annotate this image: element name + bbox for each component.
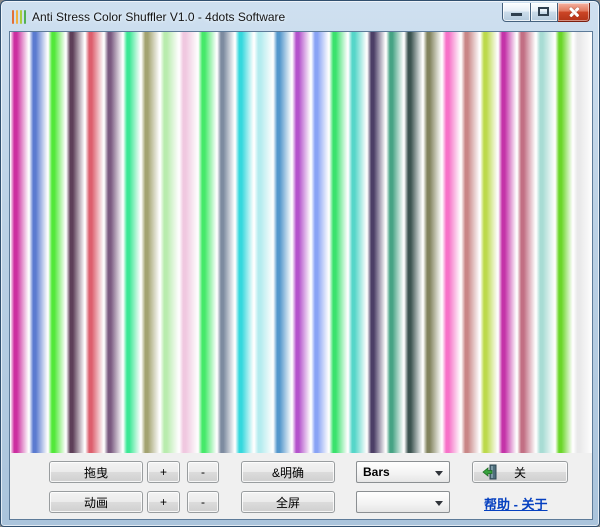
speed-down-button[interactable]: -: [187, 491, 219, 513]
animate-button[interactable]: 动画: [49, 491, 143, 513]
exit-button[interactable]: 关: [472, 461, 568, 483]
app-icon: [11, 9, 27, 25]
maximize-icon: [538, 7, 549, 16]
exit-door-icon: [482, 464, 497, 480]
color-bar: [235, 32, 255, 453]
minimize-icon: [511, 13, 522, 16]
color-bar: [573, 32, 593, 453]
color-bar: [404, 32, 424, 453]
color-bars[interactable]: [10, 32, 593, 453]
window-title: Anti Stress Color Shuffler V1.0 - 4dots …: [32, 10, 286, 24]
caption-buttons: [502, 3, 590, 22]
color-bar: [28, 32, 48, 453]
color-bar: [179, 32, 198, 453]
drag-button[interactable]: 拖曳: [49, 461, 143, 483]
color-bar: [554, 32, 574, 453]
zoom-out-button[interactable]: -: [187, 461, 219, 483]
color-bar: [385, 32, 405, 453]
style-combobox[interactable]: Bars: [356, 461, 450, 483]
help-about-link[interactable]: 帮助 - 关于: [484, 494, 584, 513]
chevron-down-icon: [435, 471, 443, 476]
fullscreen-button[interactable]: 全屏: [241, 491, 335, 513]
color-bar: [272, 32, 292, 453]
style-combobox-value: Bars: [363, 465, 390, 479]
speed-up-button[interactable]: +: [147, 491, 180, 513]
color-bar: [197, 32, 217, 453]
color-bar: [441, 32, 461, 453]
color-bar: [103, 32, 123, 453]
close-button[interactable]: [558, 3, 590, 22]
color-bar: [423, 32, 442, 453]
clear-button[interactable]: &明确: [241, 461, 335, 483]
color-bar: [498, 32, 518, 453]
color-bar: [47, 32, 67, 453]
chevron-down-icon: [435, 501, 443, 506]
controls-panel: 拖曳 + - &明确 Bars 关 动画 + - 全屏 帮助 - 关于: [10, 453, 592, 519]
color-bar: [310, 32, 330, 453]
color-bar: [479, 32, 499, 453]
exit-button-label: 关: [513, 465, 526, 480]
color-bar: [85, 32, 104, 453]
color-bar: [254, 32, 273, 453]
close-icon: [568, 6, 580, 18]
secondary-combobox[interactable]: [356, 491, 450, 513]
color-bar: [517, 32, 536, 453]
color-bar: [10, 32, 29, 453]
color-bar: [460, 32, 480, 453]
color-bar: [535, 32, 555, 453]
color-bar: [291, 32, 311, 453]
color-bar: [329, 32, 349, 453]
color-bar: [348, 32, 367, 453]
color-bar: [366, 32, 386, 453]
color-bar: [141, 32, 161, 453]
maximize-button[interactable]: [531, 3, 558, 22]
color-bar: [66, 32, 86, 453]
color-bar: [160, 32, 180, 453]
minimize-button[interactable]: [502, 3, 531, 22]
zoom-in-button[interactable]: +: [147, 461, 180, 483]
client-area: 拖曳 + - &明确 Bars 关 动画 + - 全屏 帮助 - 关于: [9, 31, 593, 520]
color-bar: [216, 32, 236, 453]
color-bar: [122, 32, 142, 453]
app-window: Anti Stress Color Shuffler V1.0 - 4dots …: [0, 0, 600, 527]
